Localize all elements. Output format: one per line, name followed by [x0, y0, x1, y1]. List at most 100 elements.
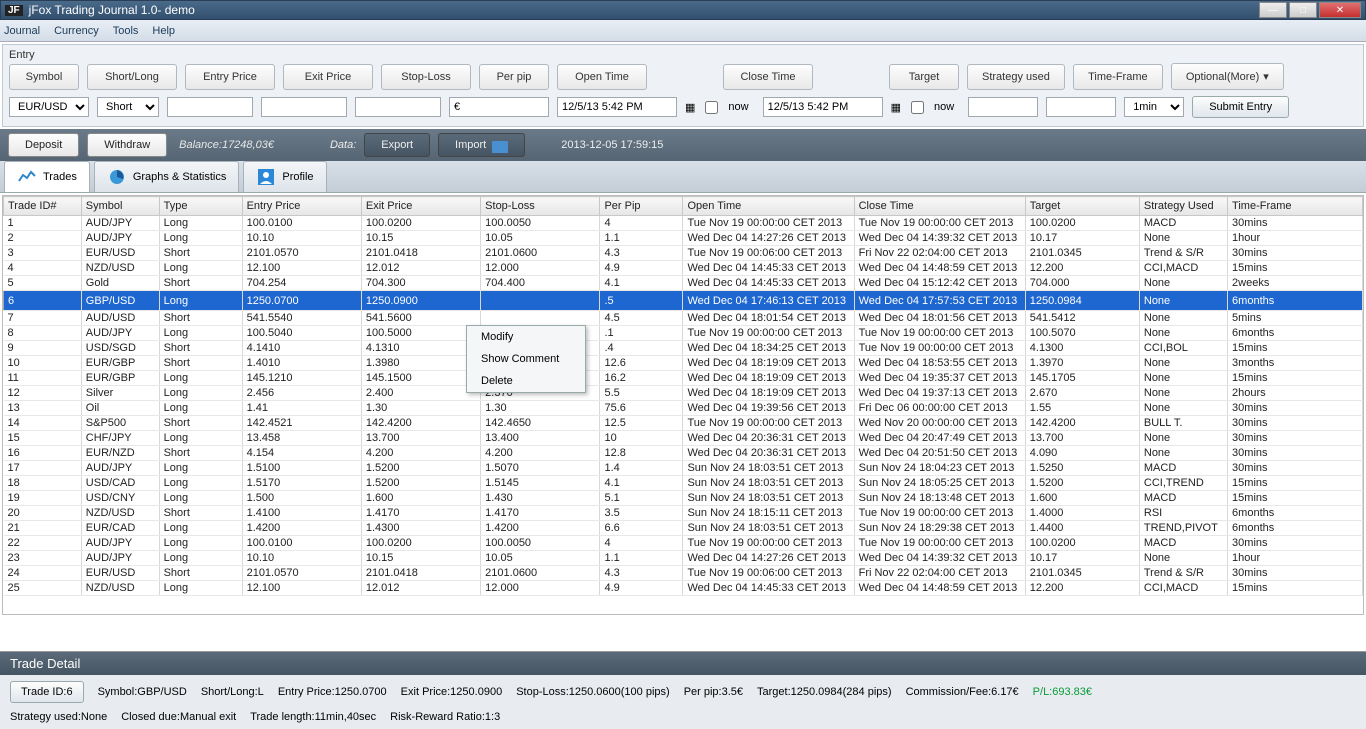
- submit-entry-button[interactable]: Submit Entry: [1192, 96, 1289, 118]
- minimize-button[interactable]: —: [1259, 2, 1287, 18]
- table-row[interactable]: 22AUD/JPYLong100.0100100.0200100.00504Tu…: [4, 536, 1363, 551]
- table-row[interactable]: 6GBP/USDLong1250.07001250.0900.5Wed Dec …: [4, 291, 1363, 311]
- col-per-pip[interactable]: Per Pip: [600, 197, 683, 216]
- table-cell: 4.090: [1025, 446, 1139, 461]
- maximize-button[interactable]: □: [1289, 2, 1317, 18]
- opentime-now-checkbox[interactable]: [705, 101, 718, 114]
- hdr-symbol[interactable]: Symbol: [9, 64, 79, 90]
- col-time-frame[interactable]: Time-Frame: [1228, 197, 1363, 216]
- table-cell: 12.000: [481, 581, 600, 596]
- table-row[interactable]: 8AUD/JPYLong100.5040100.5000.1Tue Nov 19…: [4, 326, 1363, 341]
- hdr-shortlong[interactable]: Short/Long: [87, 64, 177, 90]
- table-cell: 10.05: [481, 551, 600, 566]
- table-cell: AUD/JPY: [81, 461, 159, 476]
- table-cell: 10.17: [1025, 231, 1139, 246]
- import-button[interactable]: Import: [438, 133, 525, 157]
- col-exit-price[interactable]: Exit Price: [361, 197, 480, 216]
- col-symbol[interactable]: Symbol: [81, 197, 159, 216]
- trade-detail-header: Trade Detail: [0, 652, 1366, 675]
- table-row[interactable]: 9USD/SGDShort4.14104.1310.4Wed Dec 04 18…: [4, 341, 1363, 356]
- table-cell: Short: [159, 416, 242, 431]
- col-trade-id-[interactable]: Trade ID#: [4, 197, 82, 216]
- tab-graphs[interactable]: Graphs & Statistics: [94, 161, 240, 192]
- table-row[interactable]: 15CHF/JPYLong13.45813.70013.40010Wed Dec…: [4, 431, 1363, 446]
- stoploss-input[interactable]: [355, 97, 441, 117]
- table-row[interactable]: 20NZD/USDShort1.41001.41701.41703.5Sun N…: [4, 506, 1363, 521]
- close-button[interactable]: ✕: [1319, 2, 1361, 18]
- trades-table-wrapper[interactable]: Trade ID#SymbolTypeEntry PriceExit Price…: [2, 195, 1364, 615]
- closetime-now-checkbox[interactable]: [911, 101, 924, 114]
- optional-more-button[interactable]: Optional(More) ▾: [1171, 63, 1284, 90]
- table-row[interactable]: 21EUR/CADLong1.42001.43001.42006.6Sun No…: [4, 521, 1363, 536]
- exitprice-input[interactable]: [261, 97, 347, 117]
- col-close-time[interactable]: Close Time: [854, 197, 1025, 216]
- col-open-time[interactable]: Open Time: [683, 197, 854, 216]
- table-row[interactable]: 12SilverLong2.4562.4002.3705.5Wed Dec 04…: [4, 386, 1363, 401]
- hdr-perpip[interactable]: Per pip: [479, 64, 549, 90]
- withdraw-button[interactable]: Withdraw: [87, 133, 167, 157]
- table-row[interactable]: 4NZD/USDLong12.10012.01212.0004.9Wed Dec…: [4, 261, 1363, 276]
- table-row[interactable]: 16EUR/NZDShort4.1544.2004.20012.8Wed Dec…: [4, 446, 1363, 461]
- table-row[interactable]: 24EUR/USDShort2101.05702101.04182101.060…: [4, 566, 1363, 581]
- symbol-select[interactable]: EUR/USD: [9, 97, 89, 117]
- table-row[interactable]: 10EUR/GBPShort1.40101.398012.6Wed Dec 04…: [4, 356, 1363, 371]
- hdr-target[interactable]: Target: [889, 64, 959, 90]
- table-row[interactable]: 25NZD/USDLong12.10012.01212.0004.9Wed De…: [4, 581, 1363, 596]
- strategy-input[interactable]: [1046, 97, 1116, 117]
- table-cell: Short: [159, 246, 242, 261]
- table-row[interactable]: 14S&P500Short142.4521142.4200142.465012.…: [4, 416, 1363, 431]
- table-row[interactable]: 17AUD/JPYLong1.51001.52001.50701.4Sun No…: [4, 461, 1363, 476]
- col-stop-loss[interactable]: Stop-Loss: [481, 197, 600, 216]
- table-row[interactable]: 1AUD/JPYLong100.0100100.0200100.00504Tue…: [4, 216, 1363, 231]
- entryprice-input[interactable]: [167, 97, 253, 117]
- detail-strategy: Strategy used:None: [10, 711, 107, 723]
- target-input[interactable]: [968, 97, 1038, 117]
- table-row[interactable]: 19USD/CNYLong1.5001.6001.4305.1Sun Nov 2…: [4, 491, 1363, 506]
- table-cell: Sun Nov 24 18:05:25 CET 2013: [854, 476, 1025, 491]
- ctx-modify[interactable]: Modify: [467, 326, 585, 348]
- hdr-stoploss[interactable]: Stop-Loss: [381, 64, 471, 90]
- col-type[interactable]: Type: [159, 197, 242, 216]
- tab-trades[interactable]: Trades: [4, 161, 90, 192]
- table-row[interactable]: 7AUD/USDShort541.5540541.56004.5Wed Dec …: [4, 311, 1363, 326]
- hdr-opentime[interactable]: Open Time: [557, 64, 647, 90]
- closetime-picker-icon[interactable]: ▦: [891, 101, 901, 114]
- table-row[interactable]: 2AUD/JPYLong10.1010.1510.051.1Wed Dec 04…: [4, 231, 1363, 246]
- col-target[interactable]: Target: [1025, 197, 1139, 216]
- opentime-picker-icon[interactable]: ▦: [685, 101, 695, 114]
- hdr-exitprice[interactable]: Exit Price: [283, 64, 373, 90]
- perpip-input[interactable]: [449, 97, 549, 117]
- menu-journal[interactable]: Journal: [4, 25, 40, 37]
- table-row[interactable]: 11EUR/GBPLong145.1210145.1500145.100016.…: [4, 371, 1363, 386]
- ctx-show-comment[interactable]: Show Comment: [467, 348, 585, 370]
- table-row[interactable]: 5GoldShort704.254704.300704.4004.1Wed De…: [4, 276, 1363, 291]
- table-cell: 13.400: [481, 431, 600, 446]
- hdr-strategy[interactable]: Strategy used: [967, 64, 1065, 90]
- hdr-closetime[interactable]: Close Time: [723, 64, 813, 90]
- table-row[interactable]: 23AUD/JPYLong10.1010.1510.051.1Wed Dec 0…: [4, 551, 1363, 566]
- export-button[interactable]: Export: [364, 133, 430, 157]
- trade-id-badge[interactable]: Trade ID:6: [10, 681, 84, 703]
- opentime-input[interactable]: [557, 97, 677, 117]
- menu-currency[interactable]: Currency: [54, 25, 99, 37]
- timeframe-select[interactable]: 1min: [1124, 97, 1184, 117]
- table-cell: GBP/USD: [81, 291, 159, 311]
- deposit-button[interactable]: Deposit: [8, 133, 79, 157]
- table-cell: 16: [4, 446, 82, 461]
- shortlong-select[interactable]: Short: [97, 97, 159, 117]
- menu-tools[interactable]: Tools: [113, 25, 139, 37]
- tab-profile[interactable]: Profile: [243, 161, 326, 192]
- col-entry-price[interactable]: Entry Price: [242, 197, 361, 216]
- table-cell: 10.05: [481, 231, 600, 246]
- table-row[interactable]: 18USD/CADLong1.51701.52001.51454.1Sun No…: [4, 476, 1363, 491]
- col-strategy-used[interactable]: Strategy Used: [1139, 197, 1227, 216]
- table-row[interactable]: 13OilLong1.411.301.3075.6Wed Dec 04 19:3…: [4, 401, 1363, 416]
- hdr-timeframe[interactable]: Time-Frame: [1073, 64, 1163, 90]
- table-cell: Tue Nov 19 00:06:00 CET 2013: [683, 566, 854, 581]
- hdr-entryprice[interactable]: Entry Price: [185, 64, 275, 90]
- ctx-delete[interactable]: Delete: [467, 370, 585, 392]
- table-cell: 2weeks: [1228, 276, 1363, 291]
- menu-help[interactable]: Help: [152, 25, 175, 37]
- closetime-input[interactable]: [763, 97, 883, 117]
- table-row[interactable]: 3EUR/USDShort2101.05702101.04182101.0600…: [4, 246, 1363, 261]
